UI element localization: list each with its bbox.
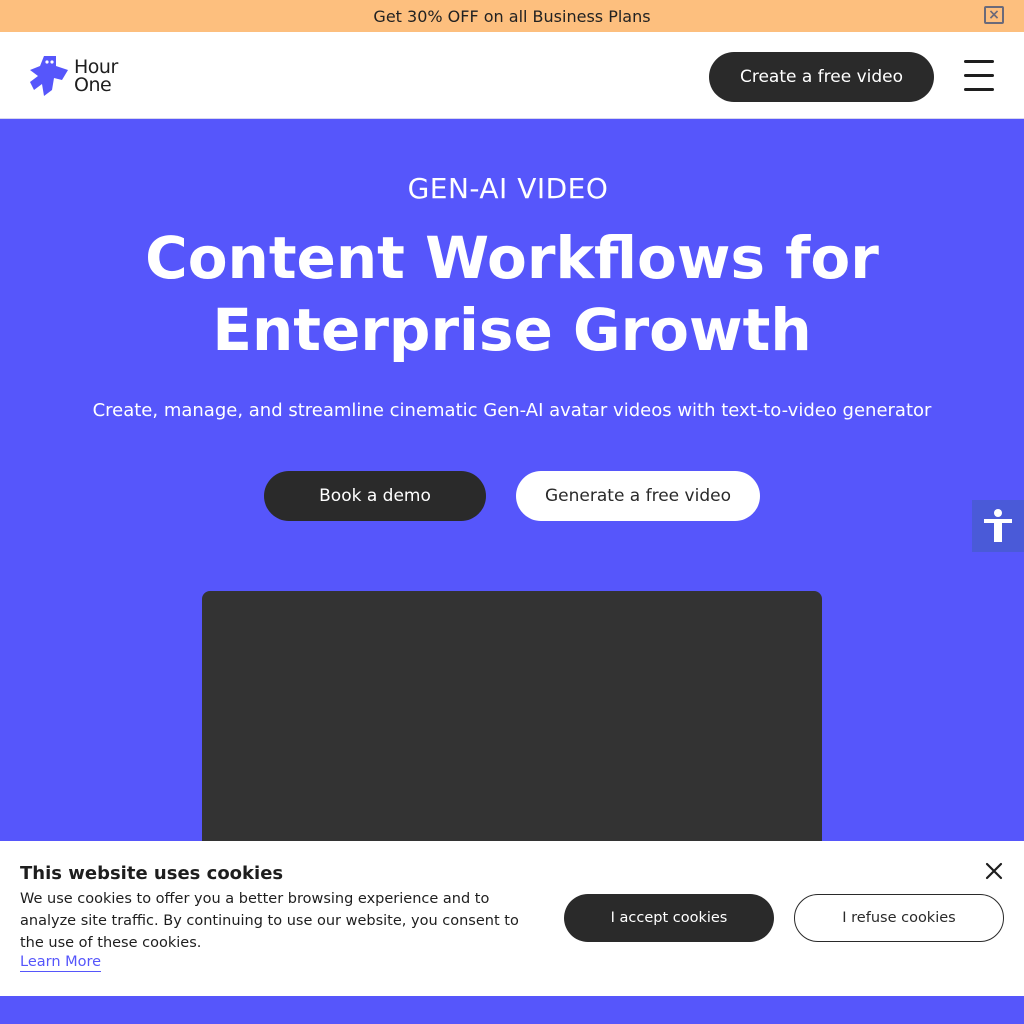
- cookie-title: This website uses cookies: [20, 863, 284, 884]
- accessibility-button[interactable]: [972, 500, 1024, 552]
- cookie-body: We use cookies to offer you a better bro…: [20, 891, 519, 951]
- hero-subhead: Create, manage, and streamline cinematic…: [92, 400, 932, 421]
- cookie-banner: This website uses cookies We use cookies…: [0, 841, 1024, 996]
- create-free-video-button[interactable]: Create a free video: [709, 52, 934, 102]
- headline-line2: Enterprise Growth: [212, 296, 812, 364]
- refuse-cookies-button[interactable]: I refuse cookies: [794, 894, 1004, 942]
- hamburger-menu-icon[interactable]: [964, 60, 994, 92]
- close-icon[interactable]: [984, 861, 1004, 881]
- headline-line1: Content Workflows for: [145, 224, 879, 292]
- logo-line2: One: [74, 74, 112, 96]
- generate-free-video-button[interactable]: Generate a free video: [516, 471, 760, 521]
- close-icon[interactable]: ×: [984, 6, 1004, 24]
- logo-mark-icon: [30, 56, 68, 96]
- promo-text[interactable]: Get 30% OFF on all Business Plans: [373, 7, 650, 26]
- book-demo-button[interactable]: Book a demo: [264, 471, 486, 521]
- promo-banner: Get 30% OFF on all Business Plans ×: [0, 0, 1024, 32]
- video-player[interactable]: [202, 591, 822, 851]
- site-header: Hour One Create a free video: [0, 32, 1024, 119]
- logo[interactable]: Hour One: [30, 54, 130, 98]
- logo-text: Hour One: [74, 58, 118, 96]
- accept-cookies-button[interactable]: I accept cookies: [564, 894, 774, 942]
- accessibility-icon: [984, 509, 1012, 542]
- hero-headline: Content Workflows for Enterprise Growth: [0, 222, 1024, 366]
- hero-eyebrow: GEN-AI VIDEO: [407, 172, 609, 205]
- learn-more-link[interactable]: Learn More: [20, 954, 102, 972]
